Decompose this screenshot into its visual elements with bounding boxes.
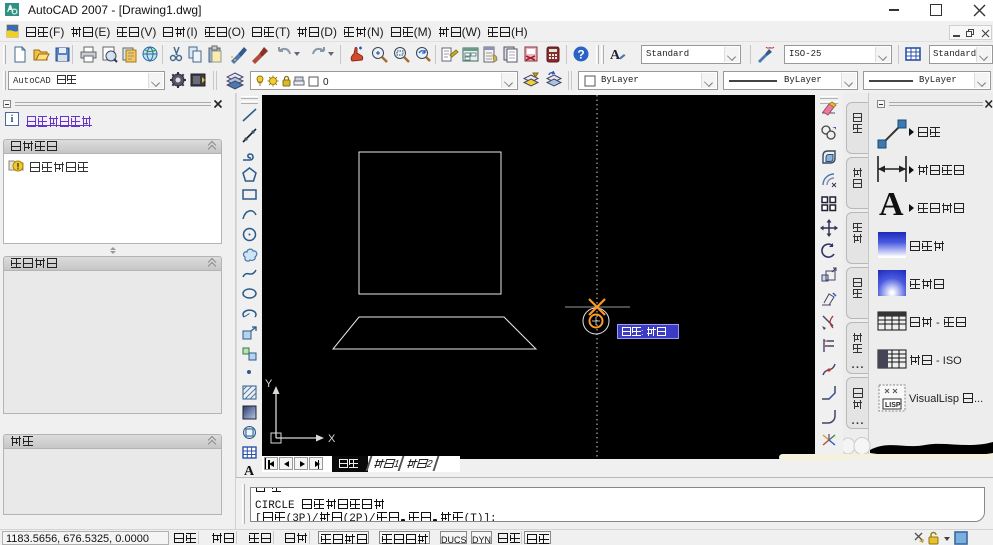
svg-text:X: X: [328, 433, 336, 445]
svg-text:A: A: [610, 48, 621, 63]
svg-text:?: ?: [577, 48, 584, 62]
svg-text:Y: Y: [265, 378, 273, 390]
svg-text:LISP: LISP: [885, 402, 901, 409]
svg-text:!: !: [17, 162, 20, 172]
svg-text:0: 0: [323, 77, 329, 88]
svg-text:A: A: [244, 464, 255, 477]
